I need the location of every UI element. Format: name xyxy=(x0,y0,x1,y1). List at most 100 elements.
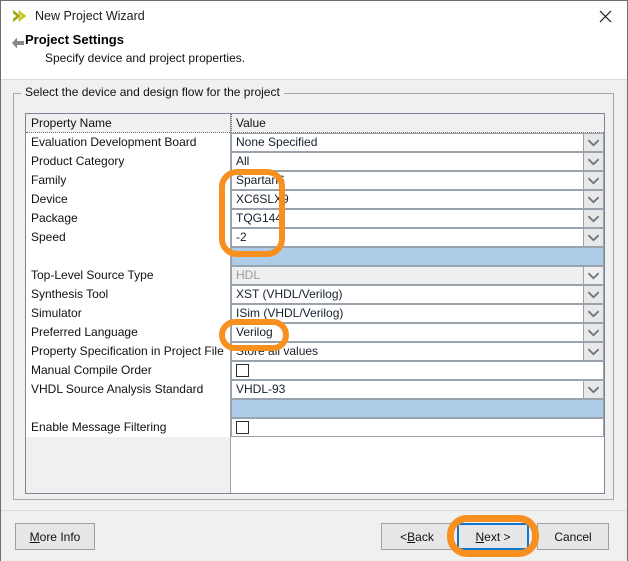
grid-row[interactable]: Speed -2 xyxy=(26,228,604,247)
more-info-button[interactable]: More Info xyxy=(15,523,95,550)
grid-row[interactable]: Simulator ISim (VHDL/Verilog) xyxy=(26,304,604,323)
chevron-down-icon[interactable] xyxy=(583,153,603,170)
page-header: Project Settings Specify device and proj… xyxy=(1,31,627,80)
grid-row[interactable]: Package TQG144 xyxy=(26,209,604,228)
property-value-cell[interactable]: Verilog xyxy=(231,323,604,342)
property-name-cell xyxy=(26,399,230,418)
groupbox-title: Select the device and design flow for th… xyxy=(21,85,284,99)
grid-row[interactable] xyxy=(26,399,604,418)
property-value-cell[interactable]: ISim (VHDL/Verilog) xyxy=(231,304,604,323)
property-name-cell xyxy=(26,247,230,266)
checkbox-icon[interactable] xyxy=(236,364,249,377)
property-value-cell[interactable] xyxy=(231,418,604,437)
next-post: ext > xyxy=(484,529,511,544)
value-combobox[interactable]: Verilog xyxy=(231,323,604,342)
property-value-cell[interactable] xyxy=(231,247,604,266)
next-button[interactable]: Next > xyxy=(457,523,529,550)
close-icon[interactable] xyxy=(583,1,627,31)
selected-row-band[interactable] xyxy=(231,247,604,266)
grid-row[interactable]: Top-Level Source Type HDL xyxy=(26,266,604,285)
property-name-cell: Simulator xyxy=(26,304,230,323)
property-name-cell: Speed xyxy=(26,228,230,247)
value-combobox[interactable]: None Specified xyxy=(231,133,604,152)
grid-row[interactable]: Device XC6SLX9 xyxy=(26,190,604,209)
chevron-down-icon[interactable] xyxy=(583,134,603,151)
property-value-cell[interactable]: VHDL-93 xyxy=(231,380,604,399)
back-button[interactable]: < Back xyxy=(381,523,453,550)
chevron-down-icon xyxy=(583,267,603,284)
grid-row[interactable]: Manual Compile Order xyxy=(26,361,604,380)
chevron-down-icon[interactable] xyxy=(583,343,603,360)
chevron-down-icon[interactable] xyxy=(583,210,603,227)
chevron-down-icon[interactable] xyxy=(583,324,603,341)
property-value-cell[interactable]: HDL xyxy=(231,266,604,285)
next-mnemonic: N xyxy=(475,529,485,544)
property-name-cell: Preferred Language xyxy=(26,323,230,342)
property-name-cell: Property Specification in Project File xyxy=(26,342,230,361)
back-pre: < xyxy=(400,529,408,544)
checkbox-icon[interactable] xyxy=(236,421,249,434)
selected-row-band[interactable] xyxy=(231,399,604,418)
grid-row[interactable]: Synthesis Tool XST (VHDL/Verilog) xyxy=(26,285,604,304)
grid-row[interactable] xyxy=(26,247,604,266)
property-value-cell[interactable]: -2 xyxy=(231,228,604,247)
value-combobox[interactable]: All xyxy=(231,152,604,171)
property-name-cell: VHDL Source Analysis Standard xyxy=(26,380,230,399)
grid-row[interactable]: Enable Message Filtering xyxy=(26,418,604,437)
back-post: ack xyxy=(415,529,434,544)
chevron-down-icon[interactable] xyxy=(583,172,603,189)
chevron-down-icon[interactable] xyxy=(583,286,603,303)
grid-row[interactable]: Property Specification in Project File St… xyxy=(26,342,604,361)
chevron-down-icon[interactable] xyxy=(583,229,603,246)
combobox-value-text: Verilog xyxy=(236,325,273,339)
page-subtitle: Specify device and project properties. xyxy=(45,51,246,65)
value-combobox[interactable]: XST (VHDL/Verilog) xyxy=(231,285,604,304)
value-combobox[interactable]: Store all values xyxy=(231,342,604,361)
property-name-cell: Top-Level Source Type xyxy=(26,266,230,285)
property-value-cell[interactable]: XST (VHDL/Verilog) xyxy=(231,285,604,304)
property-value-cell[interactable]: All xyxy=(231,152,604,171)
property-grid[interactable]: Property Name Value Evaluation Development… xyxy=(25,113,605,494)
property-value-cell[interactable] xyxy=(231,399,604,418)
grid-row[interactable]: Preferred Language Verilog xyxy=(26,323,604,342)
value-combobox[interactable]: VHDL-93 xyxy=(231,380,604,399)
value-combobox[interactable]: TQG144 xyxy=(231,209,604,228)
value-combobox[interactable]: -2 xyxy=(231,228,604,247)
property-name-cell: Product Category xyxy=(26,152,230,171)
column-header-property-name: Property Name xyxy=(26,114,230,133)
back-arrow-icon[interactable] xyxy=(10,35,26,51)
combobox-value-text: Store all values xyxy=(236,344,319,358)
grid-row[interactable]: Evaluation Development Board None Specifi… xyxy=(26,133,604,152)
more-info-post: ore Info xyxy=(39,529,81,544)
value-checkbox-cell[interactable] xyxy=(231,418,604,437)
combobox-value-text: XC6SLX9 xyxy=(236,192,289,206)
value-combobox[interactable]: ISim (VHDL/Verilog) xyxy=(231,304,604,323)
grid-filler-right xyxy=(231,437,604,493)
grid-row[interactable]: Product Category All xyxy=(26,152,604,171)
property-name-cell: Enable Message Filtering xyxy=(26,418,230,437)
grid-row[interactable]: VHDL Source Analysis Standard VHDL-93 xyxy=(26,380,604,399)
property-name-cell: Synthesis Tool xyxy=(26,285,230,304)
property-value-cell[interactable]: XC6SLX9 xyxy=(231,190,604,209)
combobox-value-text: HDL xyxy=(236,268,261,282)
value-combobox[interactable]: Spartan6 xyxy=(231,171,604,190)
property-value-cell[interactable]: None Specified xyxy=(231,133,604,152)
property-value-cell[interactable]: TQG144 xyxy=(231,209,604,228)
grid-row[interactable]: Family Spartan6 xyxy=(26,171,604,190)
value-combobox[interactable]: XC6SLX9 xyxy=(231,190,604,209)
cancel-button[interactable]: Cancel xyxy=(537,523,609,550)
combobox-value-text: VHDL-93 xyxy=(236,382,286,396)
new-project-wizard-window: New Project Wizard Project Settings Spec… xyxy=(0,0,628,561)
property-value-cell[interactable]: Store all values xyxy=(231,342,604,361)
chevron-down-icon[interactable] xyxy=(583,305,603,322)
property-name-cell: Manual Compile Order xyxy=(26,361,230,380)
value-checkbox-cell[interactable] xyxy=(231,361,604,380)
title-bar: New Project Wizard xyxy=(1,1,627,31)
chevron-down-icon[interactable] xyxy=(583,381,603,398)
combobox-value-text: -2 xyxy=(236,230,247,244)
property-value-cell[interactable]: Spartan6 xyxy=(231,171,604,190)
chevron-down-icon[interactable] xyxy=(583,191,603,208)
combobox-value-text: None Specified xyxy=(236,135,318,149)
property-value-cell[interactable] xyxy=(231,361,604,380)
property-name-cell: Device xyxy=(26,190,230,209)
